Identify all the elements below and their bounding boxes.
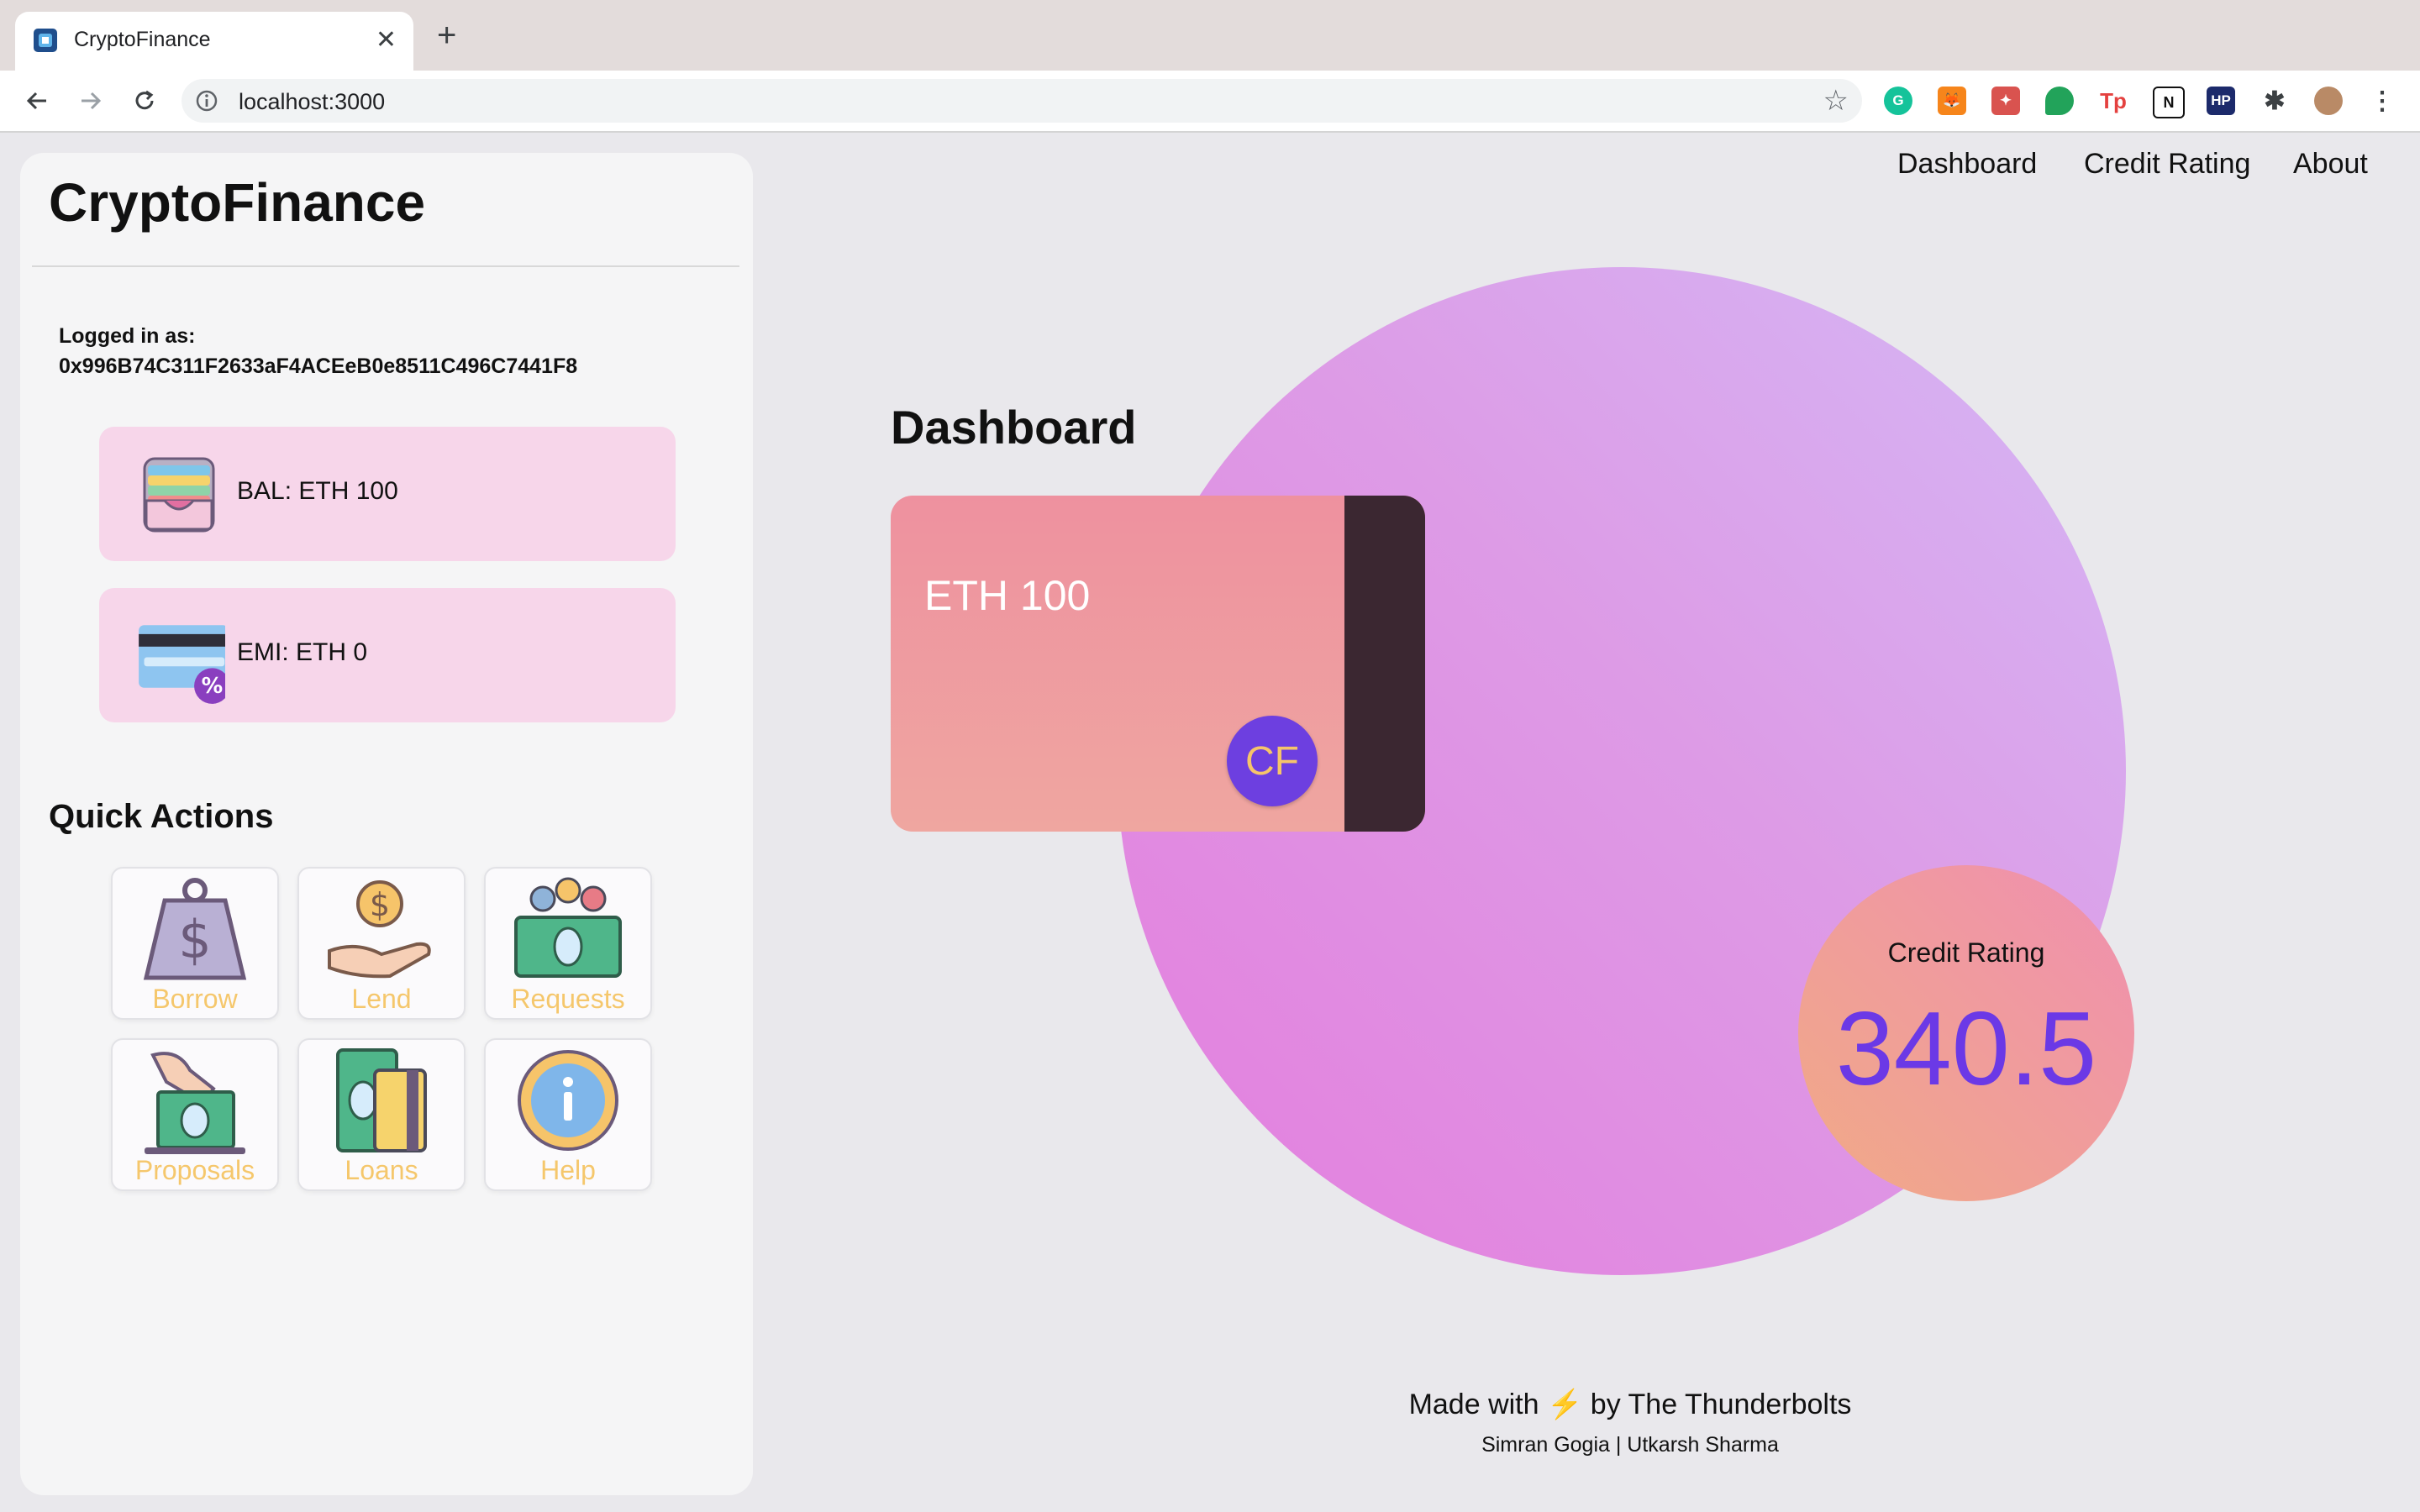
brand-title: CryptoFinance [49, 172, 426, 233]
nav-about[interactable]: About [2293, 148, 2368, 181]
browser-tab[interactable]: CryptoFinance ✕ [15, 12, 413, 71]
footer-credit: Made with ⚡ by The Thunderbolts [1294, 1388, 1966, 1421]
requests-label: Requests [511, 984, 625, 1014]
browser-toolbar: localhost:3000 ☆ G 🦊 ✦ Tp N HP ✱ ⋮ [0, 71, 2420, 133]
quick-actions-title: Quick Actions [49, 798, 274, 835]
reload-icon[interactable] [126, 82, 163, 119]
grammarly-icon[interactable]: G [1884, 87, 1912, 115]
borrow-button[interactable]: $ Borrow [111, 867, 279, 1020]
proposals-label: Proposals [134, 1155, 255, 1185]
logged-in-label: Logged in as: [59, 324, 196, 348]
balance-bank-card: ETH 100 CF [891, 496, 1425, 832]
tab-title: CryptoFinance [74, 28, 211, 51]
divider [32, 265, 739, 267]
wallet-address: 0x996B74C311F2633aF4ACEeB0e8511C496C7441… [59, 354, 578, 378]
svg-text:$: $ [178, 909, 211, 970]
back-arrow-icon[interactable] [18, 82, 55, 119]
borrow-label: Borrow [152, 984, 238, 1014]
balance-label: BAL: ETH 100 [237, 477, 398, 505]
hp-icon[interactable]: HP [2207, 87, 2235, 115]
lightning-bolt-icon: ⚡ [1547, 1389, 1583, 1420]
notion-icon[interactable]: N [2153, 87, 2185, 118]
credit-rating-circle: Credit Rating 340.5 [1798, 865, 2134, 1201]
forward-arrow-icon[interactable] [72, 82, 109, 119]
speech-bubble-icon[interactable] [2045, 87, 2074, 115]
profile-avatar-icon[interactable] [2314, 87, 2343, 115]
credit-card-percent-icon: % [139, 625, 225, 704]
card-strip [1344, 496, 1425, 832]
nav-credit-rating[interactable]: Credit Rating [2084, 148, 2250, 181]
help-button[interactable]: Help [484, 1038, 652, 1191]
hand-coin-icon: $ [328, 880, 431, 979]
site-info-icon[interactable] [193, 87, 220, 114]
credit-rating-label: Credit Rating [1887, 937, 2045, 968]
money-requests-icon [514, 877, 622, 978]
cash-card-icon [336, 1048, 427, 1152]
puzzle-game-icon[interactable]: ✦ [1991, 87, 2020, 115]
lend-label: Lend [351, 984, 412, 1014]
address-bar[interactable]: localhost:3000 ☆ [182, 79, 1862, 123]
svg-text:%: % [202, 674, 224, 699]
card-amount: ETH 100 [924, 572, 1091, 619]
balance-card: BAL: ETH 100 [99, 427, 676, 561]
extensions-puzzle-icon[interactable]: ✱ [2260, 87, 2289, 115]
footer-authors: Simran Gogia | Utkarsh Sharma [1481, 1433, 1779, 1457]
sidebar: CryptoFinance Logged in as: 0x996B74C311… [20, 153, 753, 1495]
info-circle-icon [518, 1050, 618, 1151]
app-favicon-icon [34, 29, 57, 52]
url-text: localhost:3000 [239, 89, 386, 114]
hand-money-icon [145, 1052, 245, 1154]
tab-close-icon[interactable]: ✕ [376, 24, 397, 57]
metamask-icon[interactable]: 🦊 [1938, 87, 1966, 115]
emi-card: % EMI: ETH 0 [99, 588, 676, 722]
page-title: Dashboard [891, 401, 1137, 454]
tp-icon[interactable]: Tp [2099, 87, 2128, 115]
cf-logo-badge: CF [1227, 716, 1318, 806]
wallet-icon [143, 457, 215, 533]
money-weight-icon: $ [143, 878, 247, 980]
loans-label: Loans [345, 1155, 418, 1185]
credit-rating-value: 340.5 [1835, 991, 2097, 1107]
menu-kebab-icon[interactable]: ⋮ [2368, 87, 2396, 115]
help-label: Help [540, 1155, 596, 1185]
new-tab-icon[interactable]: + [437, 18, 456, 52]
requests-button[interactable]: Requests [484, 867, 652, 1020]
loans-button[interactable]: Loans [297, 1038, 466, 1191]
proposals-button[interactable]: Proposals [111, 1038, 279, 1191]
lend-button[interactable]: $ Lend [297, 867, 466, 1020]
footer-made-with: Made with [1408, 1389, 1539, 1420]
svg-text:$: $ [370, 886, 390, 923]
bookmark-star-icon[interactable]: ☆ [1823, 86, 1849, 116]
emi-label: EMI: ETH 0 [237, 638, 368, 666]
browser-tab-strip: CryptoFinance ✕ + [0, 0, 2420, 71]
footer-by: by The Thunderbolts [1590, 1389, 1852, 1420]
nav-dashboard[interactable]: Dashboard [1897, 148, 2037, 181]
